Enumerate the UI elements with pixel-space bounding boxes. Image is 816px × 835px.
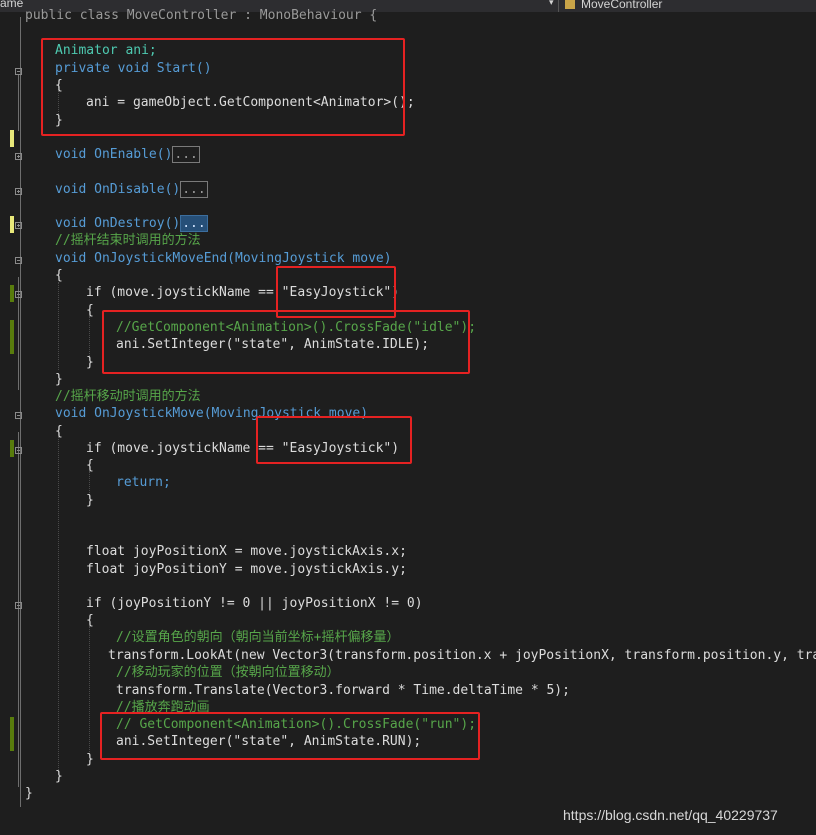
collapse-icon[interactable] [15,68,22,75]
indent-guide [58,437,59,772]
method-onenable-signature: void OnEnable() [55,147,173,162]
code-line[interactable]: float joyPositionX = move.joystickAxis.x… [86,543,407,560]
chevron-down-icon[interactable]: ▾ [549,0,554,8]
code-line[interactable]: } [86,354,94,371]
project-dropdown[interactable]: ame [0,0,23,10]
highlight-box [100,712,480,760]
collapsed-region[interactable]: ... [172,146,200,163]
brace: { [86,458,94,473]
collapsed-region-selected[interactable]: ... [180,215,208,232]
statement: transform.LookAt(new Vector3(transform.p… [108,648,816,663]
expand-icon[interactable] [15,222,22,229]
change-marker [10,130,14,147]
code-line[interactable]: //移动玩家的位置（按朝向位置移动） [116,664,340,681]
brace: } [55,372,63,387]
code-line[interactable]: } [55,371,63,388]
watermark: https://blog.csdn.net/qq_40229737 [563,807,778,823]
code-line[interactable]: } [25,785,33,802]
code-line[interactable]: { [86,612,94,629]
code-line[interactable]: void OnJoystickMoveEnd(MovingJoystick mo… [55,250,392,267]
code-line[interactable]: transform.LookAt(new Vector3(transform.p… [108,647,816,664]
comment: //设置角色的朝向（朝向当前坐标+摇杆偏移量） [116,630,400,645]
brace: } [55,769,63,784]
code-line[interactable]: void OnDisable()... [55,181,208,198]
comment: //摇杆结束时调用的方法 [55,233,201,248]
code-line[interactable]: transform.Translate(Vector3.forward * Ti… [116,682,570,699]
method-onjoystickmoveend-signature: void OnJoystickMoveEnd(MovingJoystick mo… [55,251,392,266]
collapse-icon[interactable] [15,602,22,609]
brace: { [86,303,94,318]
class-declaration: public class MoveController : MonoBehavi… [25,8,378,23]
brace: } [86,493,94,508]
toolbar-divider [558,0,559,12]
brace: { [86,613,94,628]
fold-guide [18,75,19,131]
method-ondestroy-signature: void OnDestroy() [55,216,181,231]
code-line[interactable]: { [86,457,94,474]
expand-icon[interactable] [15,153,22,160]
variable-declaration: float joyPositionY = move.joystickAxis.y… [86,562,407,577]
class-icon [565,0,575,10]
code-line[interactable]: { [55,423,63,440]
collapsed-region[interactable]: ... [180,181,208,198]
code-line[interactable]: if (joyPositionY != 0 || joyPositionX !=… [86,595,423,612]
saved-change-marker [10,320,14,354]
comment: //移动玩家的位置（按朝向位置移动） [116,665,340,680]
code-line[interactable]: return; [116,474,171,491]
code-line[interactable]: void OnEnable()... [55,146,200,163]
brace: } [25,786,33,801]
class-selector-label: MoveController [581,0,663,11]
collapse-icon[interactable] [15,291,22,298]
if-statement: if (joyPositionY != 0 || joyPositionX !=… [86,596,423,611]
code-line[interactable]: //摇杆结束时调用的方法 [55,232,201,249]
return-statement: return; [116,475,171,490]
indent-guide [58,282,59,370]
comment: //摇杆移动时调用的方法 [55,389,201,404]
highlight-box [102,310,470,374]
code-line[interactable]: } [86,492,94,509]
variable-declaration: float joyPositionX = move.joystickAxis.x… [86,544,407,559]
highlight-box [256,416,412,464]
code-line[interactable]: { [55,267,63,284]
brace: } [86,752,94,767]
code-line[interactable]: float joyPositionY = move.joystickAxis.y… [86,561,407,578]
indent-guide [89,626,90,756]
saved-change-marker [10,717,14,751]
highlight-box [41,38,405,136]
saved-change-marker [10,285,14,302]
code-line[interactable]: } [55,768,63,785]
saved-change-marker [10,440,14,457]
code-line[interactable]: //设置角色的朝向（朝向当前坐标+摇杆偏移量） [116,629,399,646]
collapse-icon[interactable] [15,257,22,264]
collapse-icon[interactable] [15,447,22,454]
brace: { [55,424,63,439]
method-ondisable-signature: void OnDisable() [55,182,181,197]
fold-guide [18,432,19,787]
brace: } [86,355,94,370]
code-line[interactable]: } [86,751,94,768]
class-selector-dropdown[interactable]: MoveController [565,0,662,11]
code-line[interactable]: void OnDestroy()... [55,215,208,232]
statement: transform.Translate(Vector3.forward * Ti… [116,683,570,698]
change-marker [10,216,14,233]
editor-gutter [0,12,26,835]
expand-icon[interactable] [15,188,22,195]
code-line[interactable]: public class MoveController : MonoBehavi… [25,7,377,24]
code-line[interactable]: //摇杆移动时调用的方法 [55,388,201,405]
brace: { [55,268,63,283]
collapse-icon[interactable] [15,412,22,419]
code-line[interactable]: { [86,302,94,319]
